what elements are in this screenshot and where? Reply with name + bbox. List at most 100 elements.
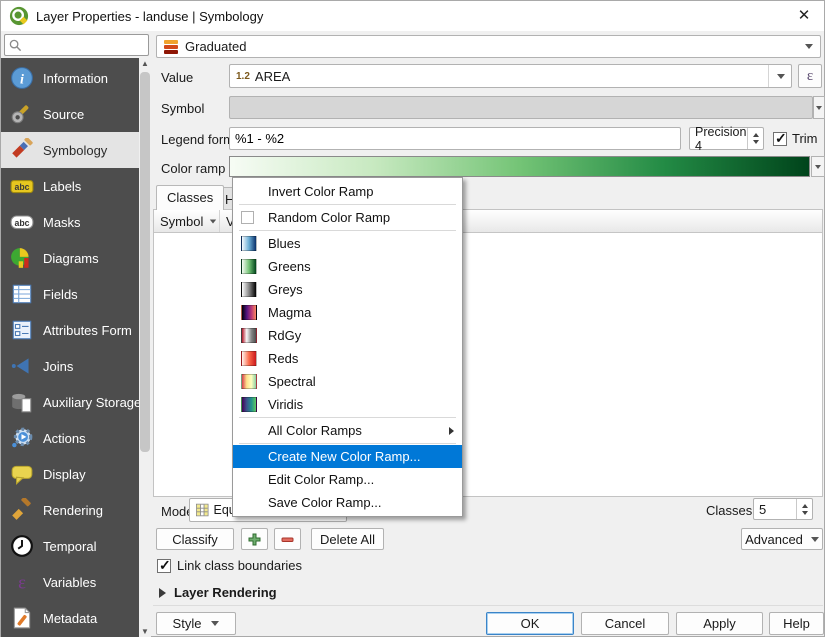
chevron-down-icon [210, 219, 216, 223]
add-class-button[interactable] [241, 528, 268, 550]
sidebar-item-label: Auxiliary Storage [43, 395, 141, 410]
menu-item-reds[interactable]: Reds [233, 347, 462, 370]
symbol-dropdown-button[interactable] [813, 96, 825, 119]
classes-spin-buttons[interactable] [796, 499, 812, 519]
masks-icon: abc [10, 210, 34, 234]
link-class-boundaries-label: Link class boundaries [177, 558, 302, 573]
plus-icon [248, 533, 261, 546]
submenu-arrow-icon [449, 427, 454, 435]
sidebar-scrollbar[interactable]: ▲ ▼ [139, 58, 151, 637]
menu-item-save-color-ramp[interactable]: Save Color Ramp... [233, 491, 462, 514]
menu-item-viridis[interactable]: Viridis [233, 393, 462, 416]
precision-spinbox[interactable]: Precision 4 [689, 127, 764, 150]
empty-icon-cell [241, 184, 261, 199]
qgis-logo-icon [9, 6, 29, 26]
menu-item-greys[interactable]: Greys [233, 278, 462, 301]
renderer-type-combo[interactable]: Graduated [156, 35, 821, 58]
ramp-swatch-cell [241, 282, 261, 297]
sidebar-item-source[interactable]: Source [1, 96, 139, 132]
menu-item-edit-color-ramp[interactable]: Edit Color Ramp... [233, 468, 462, 491]
menu-item-label: Greens [268, 259, 311, 274]
layer-rendering-label: Layer Rendering [174, 585, 277, 600]
value-field-combo[interactable]: 1.2 AREA [229, 64, 792, 88]
variables-icon: ε [10, 570, 34, 594]
sidebar-item-information[interactable]: iInformation [1, 60, 139, 96]
menu-item-blues[interactable]: Blues [233, 232, 462, 255]
sidebar-item-label: Source [43, 107, 84, 122]
svg-text:i: i [20, 71, 24, 87]
help-button[interactable]: Help [769, 612, 824, 635]
search-input[interactable] [26, 38, 144, 52]
sidebar-item-rendering[interactable]: Rendering [1, 492, 139, 528]
delete-all-button[interactable]: Delete All [311, 528, 384, 550]
menu-item-random-color-ramp[interactable]: Random Color Ramp [233, 206, 462, 229]
legend-format-input[interactable] [229, 127, 681, 150]
layer-rendering-expander[interactable]: Layer Rendering [159, 585, 277, 600]
sidebar-item-labels[interactable]: abcLabels [1, 168, 139, 204]
menu-item-label: Invert Color Ramp [268, 184, 373, 199]
advanced-button[interactable]: Advanced [741, 528, 823, 550]
sidebar-item-attributes-form[interactable]: Attributes Form [1, 312, 139, 348]
empty-icon-cell [241, 449, 261, 464]
classify-button[interactable]: Classify [156, 528, 234, 550]
sidebar-item-auxiliary-storage[interactable]: Auxiliary Storage [1, 384, 139, 420]
svg-text:ε: ε [18, 573, 26, 594]
symbol-preview[interactable] [229, 96, 813, 119]
random-color-ramp-checkbox[interactable] [241, 211, 254, 224]
sidebar-item-joins[interactable]: Joins [1, 348, 139, 384]
tab-classes[interactable]: Classes [156, 185, 224, 210]
magma-ramp-swatch-icon [241, 305, 257, 320]
classes-spinbox[interactable]: 5 [753, 498, 813, 520]
rdgy-ramp-swatch-icon [241, 328, 257, 343]
sidebar-item-display[interactable]: Display [1, 456, 139, 492]
menu-item-create-new-color-ramp[interactable]: Create New Color Ramp... [233, 445, 462, 468]
sidebar-item-metadata[interactable]: Metadata [1, 600, 139, 636]
scroll-up-icon[interactable]: ▲ [139, 58, 151, 70]
column-header-symbol[interactable]: Symbol [154, 210, 220, 232]
sidebar-item-actions[interactable]: Actions [1, 420, 139, 456]
menu-item-invert-color-ramp[interactable]: Invert Color Ramp [233, 180, 462, 203]
scrollbar-handle[interactable] [140, 72, 150, 452]
classes-label: Classes [706, 503, 752, 518]
sidebar-item-temporal[interactable]: Temporal [1, 528, 139, 564]
style-button[interactable]: Style [156, 612, 236, 635]
trim-checkbox[interactable] [773, 132, 787, 146]
menu-item-label: Greys [268, 282, 303, 297]
actions-icon [10, 426, 34, 450]
color-ramp-dropdown-button[interactable] [811, 156, 825, 177]
menu-item-label: Edit Color Ramp... [268, 472, 374, 487]
scroll-down-icon[interactable]: ▼ [139, 626, 151, 637]
link-class-boundaries-checkbox[interactable] [157, 559, 171, 573]
color-ramp-menu: Invert Color Ramp Random Color Ramp Blues G… [232, 177, 463, 517]
menu-item-rdgy[interactable]: RdGy [233, 324, 462, 347]
source-icon [10, 102, 34, 126]
viridis-ramp-swatch-icon [241, 397, 257, 412]
sidebar-item-label: Symbology [43, 143, 107, 158]
menu-item-spectral[interactable]: Spectral [233, 370, 462, 393]
sidebar-item-masks[interactable]: abcMasks [1, 204, 139, 240]
menu-separator [239, 443, 456, 444]
color-ramp-bar[interactable] [229, 156, 810, 177]
menu-item-label: Spectral [268, 374, 316, 389]
menu-item-greens[interactable]: Greens [233, 255, 462, 278]
sidebar-item-symbology[interactable]: Symbology [1, 132, 139, 168]
value-combo-dropdown[interactable] [768, 65, 785, 87]
sidebar-item-fields[interactable]: Fields [1, 276, 139, 312]
menu-item-all-color-ramps[interactable]: All Color Ramps [233, 419, 462, 442]
menu-separator [239, 230, 456, 231]
chevron-down-icon [211, 621, 219, 626]
sidebar: iInformationSourceSymbologyabcLabelsabcM… [1, 58, 151, 637]
precision-spin-buttons[interactable] [747, 128, 763, 149]
menu-item-label: Viridis [268, 397, 303, 412]
sidebar-item-diagrams[interactable]: Diagrams [1, 240, 139, 276]
apply-button[interactable]: Apply [676, 612, 763, 635]
cancel-button[interactable]: Cancel [581, 612, 669, 635]
spectral-ramp-swatch-icon [241, 374, 257, 389]
sidebar-item-variables[interactable]: εVariables [1, 564, 139, 600]
menu-item-magma[interactable]: Magma [233, 301, 462, 324]
remove-class-button[interactable] [274, 528, 301, 550]
expression-builder-button[interactable]: ε [798, 64, 822, 88]
close-icon[interactable]: ✕ [794, 6, 814, 26]
sidebar-item-label: Attributes Form [43, 323, 132, 338]
ok-button[interactable]: OK [486, 612, 574, 635]
